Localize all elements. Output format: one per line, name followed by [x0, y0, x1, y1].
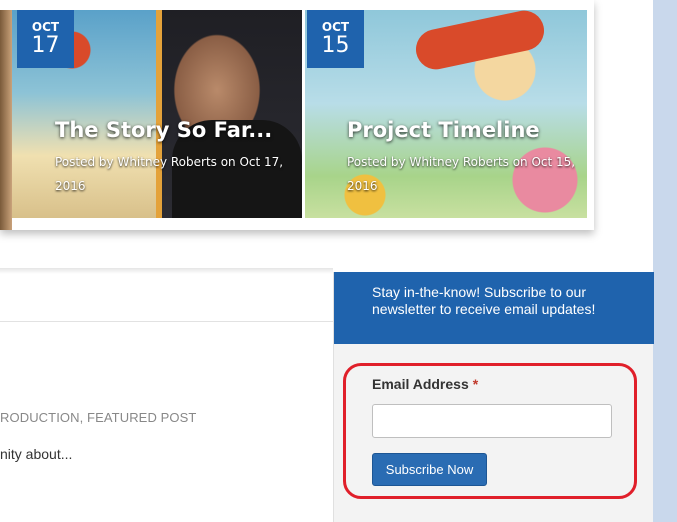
featured-post-title[interactable]: Project Timeline [347, 118, 540, 142]
required-marker: * [472, 376, 479, 392]
date-month: OCT [321, 20, 350, 34]
featured-post-card[interactable]: OCT 15 Project Timeline Posted by Whitne… [305, 10, 587, 218]
featured-posts-carousel: OCT 17 The Story So Far... Posted by Whi… [0, 0, 594, 230]
featured-post-meta: Posted by Whitney Roberts on Oct 17, 201… [55, 150, 295, 198]
content-tabs-bar [0, 274, 333, 322]
subscribe-button[interactable]: Subscribe Now [372, 453, 487, 486]
previous-card-sliver[interactable] [0, 10, 12, 230]
page-side-strip [653, 0, 677, 522]
date-day: 15 [321, 33, 350, 58]
meta-line: Posted by Whitney Roberts on Oct 17, [55, 155, 284, 169]
date-month: OCT [31, 20, 60, 34]
date-badge: OCT 17 [17, 10, 74, 68]
meta-line: 2016 [347, 179, 378, 193]
email-field-label: Email Address * [372, 376, 478, 392]
email-label-text: Email Address [372, 376, 469, 392]
meta-line: Posted by Whitney Roberts on Oct 15, [347, 155, 576, 169]
meta-line: 2016 [55, 179, 86, 193]
post-excerpt: nity about... [0, 446, 73, 462]
featured-post-card[interactable]: OCT 17 The Story So Far... Posted by Whi… [12, 10, 302, 218]
featured-post-meta: Posted by Whitney Roberts on Oct 15, 201… [347, 150, 587, 198]
date-badge: OCT 15 [307, 10, 364, 68]
featured-post-title[interactable]: The Story So Far... [55, 118, 272, 142]
subscribe-heading: Stay in-the-know! Subscribe to our newsl… [334, 272, 654, 344]
email-field[interactable] [372, 404, 612, 438]
date-day: 17 [31, 33, 60, 58]
post-categories[interactable]: RODUCTION, FEATURED POST [0, 410, 196, 425]
